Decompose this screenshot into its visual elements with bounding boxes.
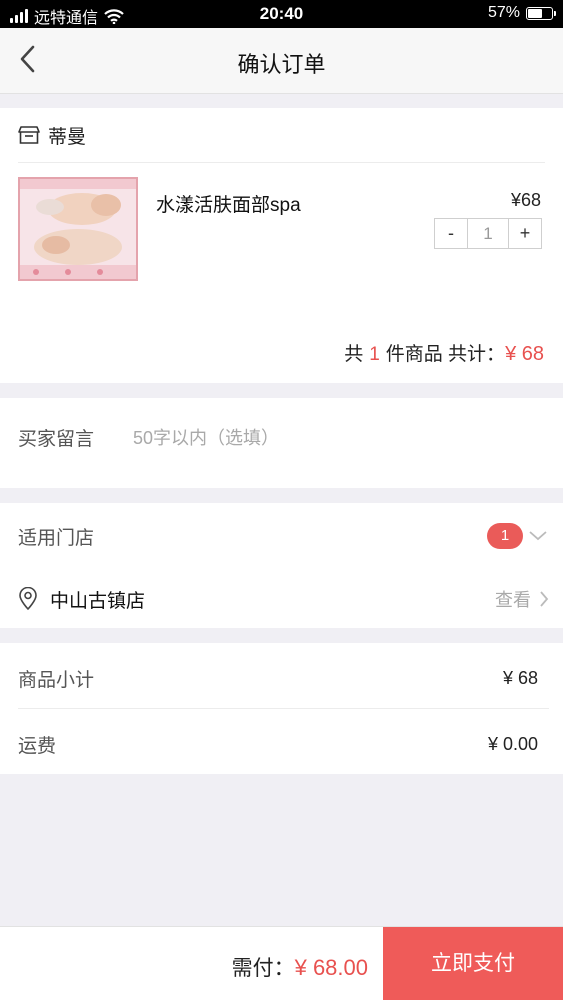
stores-toggle[interactable]: 1 — [487, 523, 549, 549]
product-name[interactable]: 水漾活肤面部spa — [156, 190, 301, 217]
store-item[interactable]: 中山古镇店 查看 — [18, 583, 549, 615]
summary-prefix: 共 — [344, 344, 364, 365]
store-name: 中山古镇店 — [50, 590, 146, 612]
buyer-message-label: 买家留言 — [18, 428, 95, 450]
product-image[interactable] — [18, 177, 138, 281]
subtotal-row: 商品小计 ¥ 68 — [18, 663, 549, 693]
summary-total: ¥ 68 — [505, 343, 544, 365]
buyer-message-section: 买家留言 50字以内（选填） — [0, 398, 563, 488]
quantity-stepper: - 1 + — [434, 218, 542, 249]
buyer-message-input[interactable]: 50字以内（选填） — [133, 424, 279, 450]
battery-icon — [526, 6, 556, 20]
chevron-right-icon — [540, 591, 549, 607]
item-count: 1 — [369, 344, 380, 365]
clock: 20:40 — [259, 4, 304, 23]
shipping-label: 运费 — [18, 735, 57, 757]
checkout-bar: 需付： ¥ 68.00 立即支付 — [0, 926, 563, 1000]
summary-middle: 件商品 共计： — [385, 344, 506, 365]
product-price: ¥68 — [510, 190, 541, 210]
increment-button[interactable]: + — [509, 219, 541, 248]
view-store-link[interactable]: 查看 — [495, 586, 549, 612]
buyer-message-row: 买家留言 50字以内（选填） — [18, 422, 549, 452]
fee-divider — [18, 708, 549, 709]
shop-name: 蒂曼 — [48, 126, 87, 148]
battery-fill — [528, 8, 543, 18]
order-item-card: 蒂曼 水漾活肤面部spa ¥68 - 1 + 共 1 件商品 共计： ¥ 68 — [0, 108, 563, 383]
amount-due-value: ¥ 68.00 — [294, 955, 368, 980]
shop-icon — [18, 126, 40, 144]
status-right: 57% — [487, 4, 556, 22]
shop-header[interactable]: 蒂曼 — [18, 108, 545, 163]
page-title: 确认订单 — [237, 52, 326, 77]
status-bar: 远特通信 20:40 57% — [0, 0, 563, 28]
quantity-input[interactable]: 1 — [467, 219, 509, 248]
pay-now-button[interactable]: 立即支付 — [383, 927, 563, 1000]
shipping-value: ¥ 0.00 — [487, 733, 538, 754]
subtotal-label: 商品小计 — [18, 669, 95, 691]
view-label: 查看 — [495, 590, 531, 610]
decrement-button[interactable]: - — [435, 219, 467, 248]
order-total-summary: 共 1 件商品 共计： ¥ 68 — [344, 339, 544, 366]
chevron-down-icon — [529, 531, 547, 541]
nav-bar: 确认订单 — [0, 28, 563, 94]
stores-label: 适用门店 — [18, 527, 95, 549]
store-count-badge: 1 — [487, 523, 523, 549]
location-pin-icon — [19, 587, 37, 611]
stores-header[interactable]: 适用门店 1 — [18, 520, 549, 552]
stores-section: 适用门店 1 中山古镇店 查看 — [0, 503, 563, 628]
store-info: 中山古镇店 — [18, 586, 145, 613]
shipping-row: 运费 ¥ 0.00 — [18, 729, 549, 759]
amount-due: 需付： ¥ 68.00 — [232, 952, 368, 982]
subtotal-value: ¥ 68 — [502, 667, 538, 688]
amount-due-label: 需付： — [231, 957, 295, 980]
fee-section: 商品小计 ¥ 68 运费 ¥ 0.00 — [0, 643, 563, 774]
battery-percent: 57% — [487, 4, 520, 21]
